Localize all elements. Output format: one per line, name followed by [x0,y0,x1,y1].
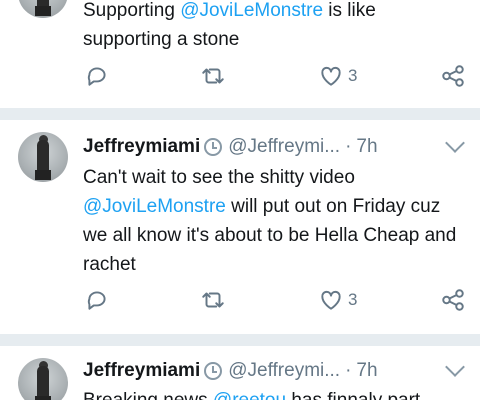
like-icon [321,290,341,310]
retweet-icon [202,292,224,308]
tweet-header: Jeffreymiami @Jeffreymi... · 7h [83,134,378,160]
tweet-text: Can't wait to see the shitty video @Jovi… [83,167,457,275]
chevron-down-icon[interactable] [445,133,465,153]
reply-button[interactable] [84,62,110,90]
avatar[interactable] [18,132,68,182]
reply-icon [87,67,106,86]
mention-link[interactable]: @reetou [213,390,286,400]
reply-icon [87,291,106,310]
tweet-header: Jeffreymiami @Jeffreymi... · 7h [83,358,378,384]
share-button[interactable] [440,286,466,314]
chevron-down-icon[interactable] [445,357,465,377]
like-button[interactable]: 3 [318,286,357,314]
tweet-separator [0,334,480,346]
user-handle[interactable]: @Jeffreymi... [228,136,340,158]
user-handle[interactable]: @Jeffreymi... [228,360,340,382]
tweet-text: Supporting @JoviLeMonstre is like suppor… [83,0,376,50]
like-icon [321,66,341,86]
like-button[interactable]: 3 [318,62,357,90]
tweet-text: Breaking news @reetou has finnaly part [83,386,468,400]
tweet-1[interactable]: Supporting @JoviLeMonstre is like suppor… [0,0,480,112]
clock-icon [204,362,223,380]
avatar[interactable] [18,358,68,400]
retweet-button[interactable] [200,286,226,314]
reply-button[interactable] [84,286,110,314]
retweet-button[interactable] [200,62,226,90]
mention-link[interactable]: @JoviLeMonstre [180,0,323,21]
tweet-3[interactable]: Jeffreymiami @Jeffreymi... · 7h Breaking… [0,346,480,400]
clock-icon [204,138,223,156]
display-name[interactable]: Jeffreymiami [83,360,200,382]
avatar[interactable] [18,0,68,18]
like-count: 3 [348,66,358,85]
tweet-2[interactable]: Jeffreymiami @Jeffreymi... · 7h Can't wa… [0,120,480,336]
timestamp[interactable]: 7h [356,136,377,158]
display-name[interactable]: Jeffreymiami [83,136,200,158]
share-icon [442,65,464,87]
tweet-actions: 3 [0,286,480,314]
share-icon [442,289,464,311]
separator-dot: · [345,360,352,381]
timestamp[interactable]: 7h [356,360,377,382]
retweet-icon [202,68,224,84]
mention-link[interactable]: @JoviLeMonstre [83,196,226,217]
tweet-separator [0,108,480,120]
share-button[interactable] [440,62,466,90]
tweet-actions: 3 [0,62,480,90]
separator-dot: · [345,136,352,157]
like-count: 3 [348,290,358,309]
